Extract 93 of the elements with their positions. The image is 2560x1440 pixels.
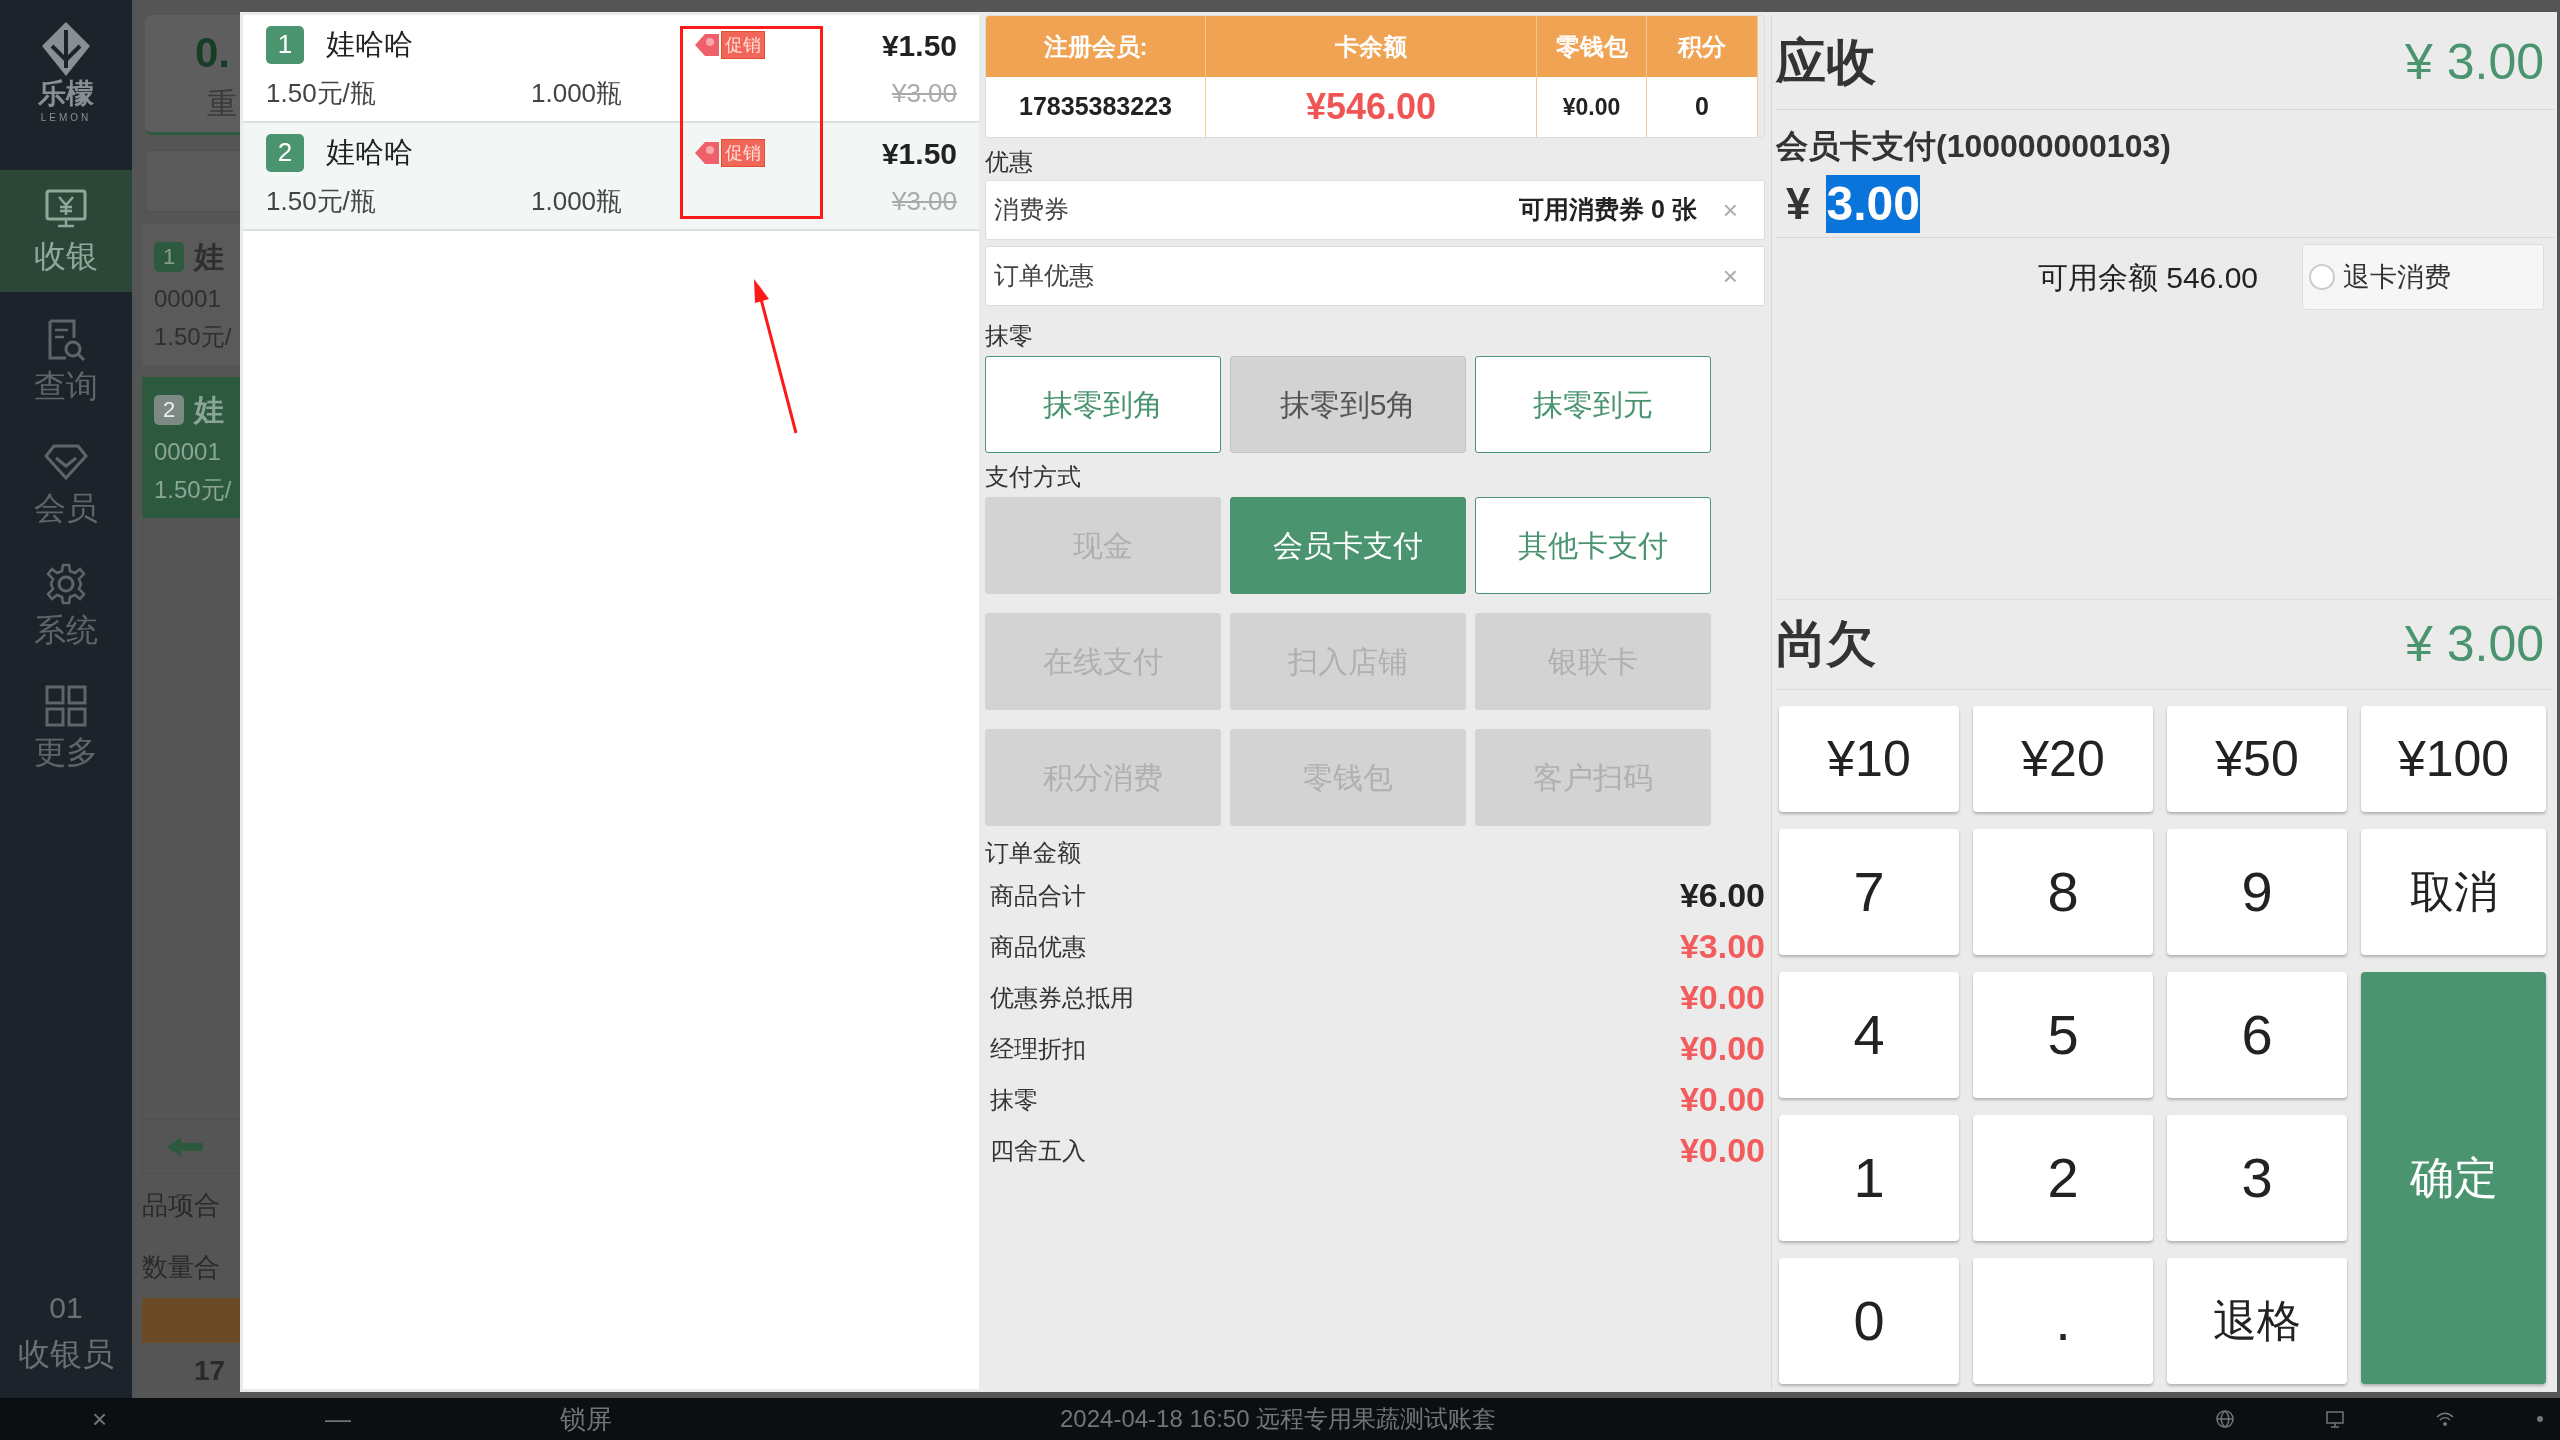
receivable-label: 应收 [1776, 32, 1876, 92]
amount-value: ¥0.00 [1679, 1028, 1765, 1069]
owed-label: 尚欠 [1776, 615, 1876, 674]
settings-icon [44, 562, 88, 606]
receivable-amount: ¥ 3.00 [2405, 32, 2544, 92]
keypad-key[interactable]: 3 [2167, 1115, 2347, 1241]
column-header: 零钱包 [1537, 16, 1647, 77]
keypad-key[interactable]: . [1973, 1258, 2153, 1384]
quantity: 1.000瓶 [531, 77, 623, 111]
close-button[interactable]: × [92, 1399, 108, 1439]
keypad-key[interactable]: 1 [1779, 1115, 1959, 1241]
item-price: ¥1.50 [881, 136, 957, 172]
index-badge: 2 [154, 394, 184, 425]
checkout-bar[interactable] [142, 1298, 240, 1343]
search-field[interactable] [145, 150, 240, 212]
product-name: 娃哈哈 [326, 26, 413, 62]
keypad-action-key[interactable]: 取消 [2361, 829, 2546, 955]
index-badge: 1 [266, 25, 304, 64]
confirm-button[interactable]: 确定 [2361, 972, 2546, 1384]
index-badge: 2 [266, 133, 304, 172]
member-phone: 17835383223 [986, 77, 1206, 137]
back-arrow-icon [165, 1134, 205, 1159]
unit-price: 1.50元/瓶 [266, 185, 377, 219]
amount-label: 经理折扣 [990, 1033, 1086, 1064]
minimize-button[interactable]: — [325, 1399, 351, 1439]
order-item-row[interactable]: 2 娃哈哈 1.50元/瓶 1.000瓶 促销 ¥1.50 ¥3.00 [243, 123, 979, 231]
item-price: ¥1.50 [881, 28, 957, 64]
amount-label: 四舍五入 [990, 1135, 1086, 1166]
payment-method-button[interactable]: 会员卡支付 [1230, 497, 1466, 594]
globe-icon [2215, 1409, 2235, 1429]
rounding-button[interactable]: 抹零到角 [985, 356, 1221, 453]
amount-label: 商品优惠 [990, 931, 1086, 962]
amount-label: 优惠券总抵用 [990, 982, 1134, 1013]
discount-field[interactable]: 消费券 可用消费券 0 张 × [985, 180, 1765, 240]
keypad-key[interactable]: 6 [2167, 972, 2347, 1098]
logo-text: 乐檬 [38, 78, 94, 110]
amount-input[interactable]: ¥ 3.00 [1776, 170, 2554, 238]
amount-value: ¥0.00 [1679, 1079, 1765, 1120]
cashier-role: 收银员 [18, 1335, 114, 1374]
cashier-id: 01 [49, 1290, 83, 1326]
amount-value: ¥3.00 [1679, 926, 1765, 967]
column-header: 卡余额 [1206, 16, 1537, 77]
keypad-key[interactable]: 8 [1973, 829, 2153, 955]
tag-icon [693, 32, 721, 58]
status-info: 2024-04-18 16:50 远程专用果蔬测试账套 [1060, 1404, 1497, 1434]
quick-amount-key[interactable]: ¥20 [1973, 706, 2153, 812]
product-name: 娃哈哈 [326, 134, 413, 170]
keypad-key[interactable]: 9 [2167, 829, 2347, 955]
refund-checkbox[interactable]: 退卡消费 [2302, 244, 2544, 310]
product-code: 00001 [154, 437, 222, 467]
amount-value: ¥0.00 [1679, 1130, 1765, 1171]
rounding-button[interactable]: 抹零到元 [1475, 356, 1711, 453]
column-header: 注册会员: [986, 16, 1206, 77]
product-name: 娃 [194, 392, 224, 428]
discount-field[interactable]: 订单优惠 × [985, 246, 1765, 306]
section-label: 抹零 [985, 321, 1034, 351]
card-balance: ¥546.00 [1206, 77, 1537, 137]
payment-method-button[interactable]: 其他卡支付 [1475, 497, 1711, 594]
available-balance: 可用余额 546.00 [2037, 259, 2258, 296]
payment-entry-label: 会员卡支付(100000000103) [1776, 127, 2172, 166]
keypad-key[interactable]: 0 [1779, 1258, 1959, 1384]
unit-price: 1.50元/ [154, 475, 233, 505]
amount-label: 抹零 [990, 1084, 1038, 1115]
points-value: 0 [1647, 77, 1758, 137]
section-label: 支付方式 [985, 462, 1082, 492]
keypad-action-key[interactable]: 退格 [2167, 1258, 2347, 1384]
keypad-key[interactable]: 5 [1973, 972, 2153, 1098]
original-price: ¥3.00 [891, 77, 957, 110]
quantity: 1.000瓶 [531, 185, 623, 219]
keypad-key[interactable]: 4 [1779, 972, 1959, 1098]
unit-price: 1.50元/瓶 [266, 77, 377, 111]
quick-amount-key[interactable]: ¥50 [2167, 706, 2347, 812]
section-label: 优惠 [985, 147, 1034, 177]
quick-amount-key[interactable]: ¥10 [1779, 706, 1959, 812]
amount-label: 商品合计 [990, 880, 1086, 911]
section-label: 订单金额 [985, 838, 1082, 868]
summary-value: 0. [195, 28, 231, 78]
keypad-key[interactable]: 7 [1779, 829, 1959, 955]
logo-subtext: LEMON [40, 111, 92, 125]
column-header: 积分 [1647, 16, 1758, 77]
lock-screen-button[interactable]: 锁屏 [560, 1399, 612, 1439]
tag-icon [693, 140, 721, 166]
amount-value: ¥0.00 [1679, 977, 1765, 1018]
sidebar-item[interactable]: 收银 [0, 170, 132, 292]
quick-amount-key[interactable]: ¥100 [2361, 706, 2546, 812]
amount-value: ¥6.00 [1679, 875, 1765, 916]
keypad-key[interactable]: 2 [1973, 1115, 2153, 1241]
monitor-icon [2325, 1409, 2345, 1429]
wallet-balance: ¥0.00 [1537, 77, 1647, 137]
index-badge: 1 [154, 241, 184, 272]
original-price: ¥3.00 [891, 185, 957, 218]
owed-amount: ¥ 3.00 [2405, 615, 2544, 674]
grid-icon [44, 684, 88, 728]
